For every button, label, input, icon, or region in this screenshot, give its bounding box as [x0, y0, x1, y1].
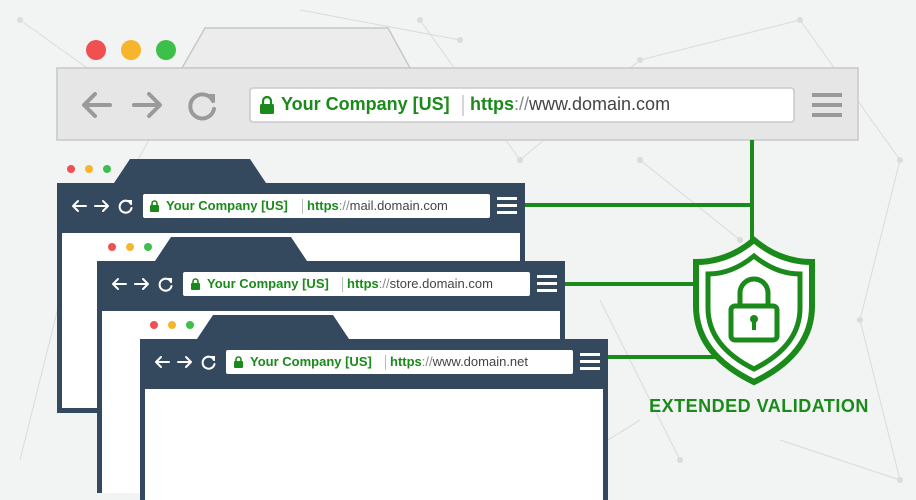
url-separator: ://: [421, 354, 433, 369]
menu-icon[interactable]: [580, 353, 600, 370]
maximize-dot[interactable]: [186, 321, 194, 329]
browser-window-net: [140, 315, 608, 500]
url[interactable]: https://www.domain.net: [390, 354, 528, 369]
reload-icon[interactable]: [199, 353, 217, 371]
minimize-dot[interactable]: [168, 321, 176, 329]
close-dot[interactable]: [150, 321, 158, 329]
url-divider: [385, 355, 386, 370]
forward-arrow-icon[interactable]: [176, 354, 194, 370]
url-host: www.domain.net: [432, 354, 529, 369]
company-name: Your Company [US]: [250, 354, 372, 369]
back-arrow-icon[interactable]: [153, 354, 171, 370]
url-scheme: https: [390, 354, 422, 369]
lock-icon: [234, 356, 243, 368]
